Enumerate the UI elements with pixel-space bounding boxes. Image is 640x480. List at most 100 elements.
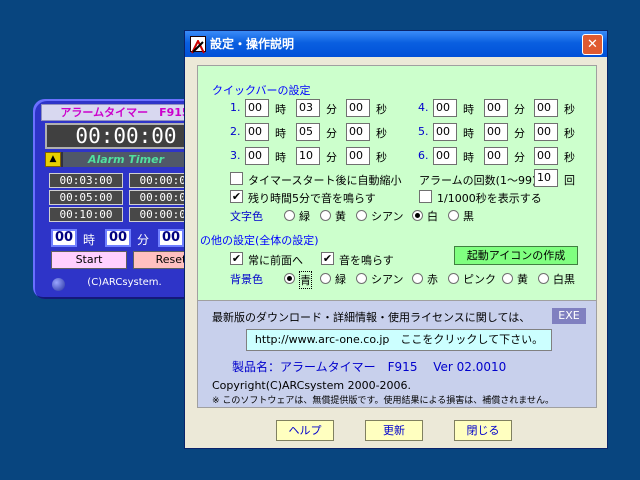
unit-label: 時 — [275, 127, 286, 140]
hours-unit: 時 — [83, 233, 96, 247]
bg-color-radio-green[interactable] — [320, 273, 331, 284]
preset-num: 1. — [230, 101, 241, 114]
copyright: Copyright(C)ARCsystem 2000-2006. — [212, 379, 412, 392]
text-color-radio-black[interactable] — [448, 210, 459, 221]
minutes-unit: 分 — [137, 233, 150, 247]
dialog-title: 設定・操作説明 — [210, 37, 295, 51]
preset-2-minutes[interactable]: 05 — [296, 123, 320, 141]
preset-1-hours[interactable]: 00 — [245, 99, 269, 117]
preset-5-minutes[interactable]: 00 — [484, 123, 508, 141]
preset-1-seconds[interactable]: 00 — [346, 99, 370, 117]
bg-color-label: 背景色 — [230, 273, 263, 286]
unit-label: 分 — [326, 127, 337, 140]
dialog-title-bar[interactable]: 設定・操作説明 ✕ — [185, 31, 607, 57]
preset-3-minutes[interactable]: 10 — [296, 147, 320, 165]
radio-label: シアン — [371, 210, 404, 223]
show-ms-checkbox[interactable] — [419, 190, 432, 203]
unit-label: 秒 — [564, 127, 575, 140]
preset-3-hours[interactable]: 00 — [245, 147, 269, 165]
radio-label: 緑 — [335, 273, 346, 286]
radio-label: 白 — [427, 210, 438, 223]
preset-1-minutes[interactable]: 03 — [296, 99, 320, 117]
unit-label: 時 — [275, 103, 286, 116]
unit-label: 時 — [463, 127, 474, 140]
preset-6-seconds[interactable]: 00 — [534, 147, 558, 165]
preset-2-hours[interactable]: 00 — [245, 123, 269, 141]
unit-label: 秒 — [564, 151, 575, 164]
close-button[interactable]: 閉じる — [454, 420, 512, 441]
start-button[interactable]: Start — [51, 251, 127, 269]
always-on-top-checkbox[interactable]: ✔ — [230, 252, 243, 265]
preset-4-seconds[interactable]: 00 — [534, 99, 558, 117]
bg-color-radio-blue[interactable] — [284, 273, 295, 284]
alarm-count-label: アラームの回数(1～99) — [419, 174, 537, 187]
radio-label: ピンク — [463, 273, 496, 286]
info-panel: 最新版のダウンロード・詳細情報・使用ライセンスに関しては、 EXE http:/… — [197, 300, 597, 408]
info-text: 最新版のダウンロード・詳細情報・使用ライセンスに関しては、 — [212, 311, 531, 324]
unit-label: 時 — [275, 151, 286, 164]
five-min-sound-checkbox[interactable]: ✔ — [230, 190, 243, 203]
unit-label: 秒 — [376, 127, 387, 140]
preset-5-hours[interactable]: 00 — [433, 123, 457, 141]
text-color-label: 文字色 — [230, 210, 263, 223]
unit-label: 分 — [514, 127, 525, 140]
bg-color-radio-cyan[interactable] — [356, 273, 367, 284]
unit-label: 時 — [463, 103, 474, 116]
bg-color-radio-monochrome[interactable] — [538, 273, 549, 284]
text-color-radio-green[interactable] — [284, 210, 295, 221]
radio-label: 黄 — [335, 210, 346, 223]
settings-panel: クイックバーの設定 1. 00 時 03 分 00 秒 2. 00 時 05 分… — [197, 65, 597, 301]
alarm-count-field[interactable]: 10 — [534, 169, 558, 187]
product-name: 製品名：アラームタイマー F915 Ver 02.0010 — [232, 360, 507, 374]
unit-label: 秒 — [376, 151, 387, 164]
update-button[interactable]: 更新 — [365, 420, 423, 441]
website-link[interactable]: http://www.arc-one.co.jp ここをクリックして下さい。 — [246, 329, 552, 351]
minutes-field[interactable]: 00 — [105, 229, 131, 247]
preset-button-1[interactable]: 00:03:00 — [49, 173, 123, 188]
preset-button-2[interactable]: 00:05:00 — [49, 190, 123, 205]
bg-color-radio-yellow[interactable] — [502, 273, 513, 284]
unit-label: 分 — [514, 151, 525, 164]
preset-6-minutes[interactable]: 00 — [484, 147, 508, 165]
close-icon[interactable]: ✕ — [582, 34, 603, 55]
other-settings-heading: の他の設定(全体の設定) — [200, 234, 319, 247]
hours-field[interactable]: 00 — [51, 229, 77, 247]
radio-label: 黄 — [517, 273, 528, 286]
preset-4-minutes[interactable]: 00 — [484, 99, 508, 117]
alarm-count-unit: 回 — [564, 174, 575, 187]
text-color-radio-white[interactable] — [412, 210, 423, 221]
seconds-field[interactable]: 00 — [158, 229, 184, 247]
show-ms-label: 1/1000秒を表示する — [437, 192, 542, 205]
up-arrow-icon[interactable]: ▲ — [45, 152, 61, 167]
exe-button[interactable]: EXE — [552, 308, 586, 324]
preset-4-hours[interactable]: 00 — [433, 99, 457, 117]
help-button[interactable]: ヘルプ — [276, 420, 334, 441]
sound-checkbox[interactable]: ✔ — [321, 252, 334, 265]
always-on-top-label: 常に前面へ — [248, 254, 303, 267]
auto-minimize-checkbox[interactable] — [230, 172, 243, 185]
preset-num: 4. — [418, 101, 429, 114]
unit-label: 時 — [463, 151, 474, 164]
timer-title: アラームタイマー F915 — [60, 106, 190, 119]
preset-2-seconds[interactable]: 00 — [346, 123, 370, 141]
unit-label: 分 — [326, 151, 337, 164]
text-color-radio-yellow[interactable] — [320, 210, 331, 221]
preset-5-seconds[interactable]: 00 — [534, 123, 558, 141]
unit-label: 分 — [514, 103, 525, 116]
unit-label: 分 — [326, 103, 337, 116]
create-shortcut-button[interactable]: 起動アイコンの作成 — [454, 246, 578, 265]
bg-color-radio-red[interactable] — [412, 273, 423, 284]
preset-3-seconds[interactable]: 00 — [346, 147, 370, 165]
radio-label: 青 — [299, 271, 312, 289]
disclaimer: ※ このソフトウェアは、無償提供版です。使用結果による損害は、補償されません。 — [212, 396, 554, 406]
quickbar-heading: クイックバーの設定 — [212, 84, 311, 97]
bg-color-radio-pink[interactable] — [448, 273, 459, 284]
preset-num: 3. — [230, 149, 241, 162]
text-color-radio-cyan[interactable] — [356, 210, 367, 221]
auto-minimize-label: タイマースタート後に自動縮小 — [248, 174, 402, 187]
radio-label: 黒 — [463, 210, 474, 223]
timer-display: 00:00:00 — [45, 123, 207, 149]
preset-6-hours[interactable]: 00 — [433, 147, 457, 165]
preset-button-3[interactable]: 00:10:00 — [49, 207, 123, 222]
preset-num: 6. — [418, 149, 429, 162]
